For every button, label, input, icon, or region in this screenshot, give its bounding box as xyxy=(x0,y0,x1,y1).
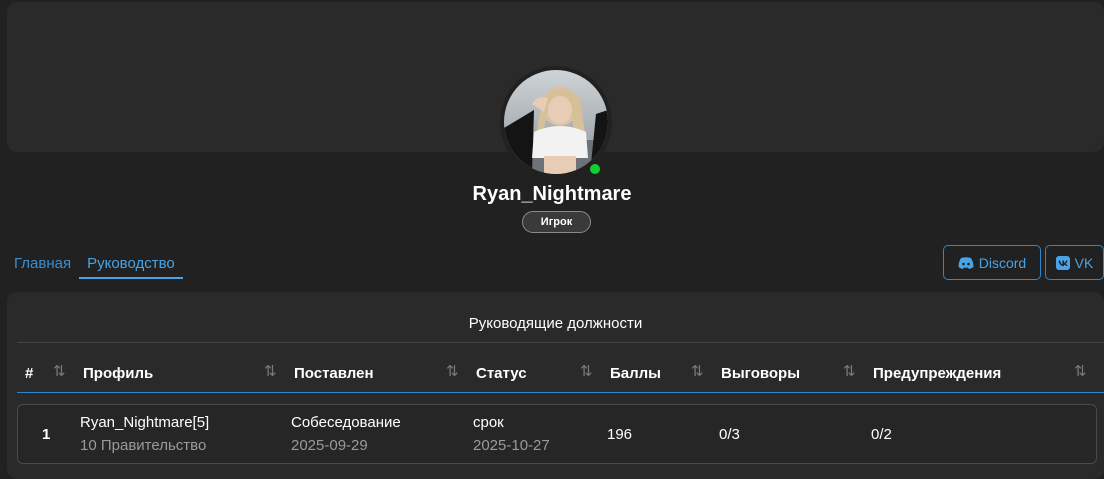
column-header-index: # xyxy=(25,365,34,382)
profile-page: Ryan_Nightmare Игрок Главная Руководство… xyxy=(0,0,1104,479)
column-header-status[interactable]: Статус xyxy=(476,365,527,382)
column-header-points[interactable]: Баллы xyxy=(610,365,661,382)
role-badge: Игрок xyxy=(522,211,591,233)
vk-icon xyxy=(1055,255,1070,270)
row-status-date: 2025-10-27 xyxy=(473,437,550,454)
tab-main[interactable]: Главная xyxy=(14,255,71,279)
sort-icon[interactable]: ⇅ xyxy=(446,362,458,380)
sort-icon[interactable]: ⇅ xyxy=(843,362,855,380)
tab-management[interactable]: Руководство xyxy=(79,255,183,279)
row-profile-org: 10 Правительство xyxy=(80,437,207,454)
row-reprimands: 0/3 xyxy=(719,426,740,443)
column-header-profile[interactable]: Профиль xyxy=(83,365,153,382)
discord-icon xyxy=(958,256,974,269)
column-header-placed[interactable]: Поставлен xyxy=(294,365,374,382)
sort-icon[interactable]: ⇅ xyxy=(1074,362,1086,380)
column-header-reprimands[interactable]: Выговоры xyxy=(721,365,800,382)
table-header: # ⇅ Профиль ⇅ Поставлен ⇅ Статус ⇅ Баллы… xyxy=(7,362,1104,386)
row-index: 1 xyxy=(42,426,51,443)
vk-label: VK xyxy=(1074,254,1094,271)
discord-button[interactable]: Discord xyxy=(943,245,1041,280)
avatar-image xyxy=(504,70,608,174)
row-profile-name[interactable]: Ryan_Nightmare[5] xyxy=(80,414,209,431)
management-panel: Руководящие должности # ⇅ Профиль ⇅ Пост… xyxy=(7,292,1104,479)
online-status-dot xyxy=(588,162,602,176)
column-header-warnings[interactable]: Предупреждения xyxy=(873,365,1001,382)
profile-tabs: Главная Руководство xyxy=(14,255,191,279)
sort-icon[interactable]: ⇅ xyxy=(691,362,703,380)
vk-button[interactable]: VK xyxy=(1045,245,1104,280)
row-status: срок xyxy=(473,414,504,431)
sort-icon[interactable]: ⇅ xyxy=(264,362,276,380)
table-header-underline xyxy=(17,392,1104,393)
profile-username: Ryan_Nightmare xyxy=(472,183,632,205)
sort-icon[interactable]: ⇅ xyxy=(580,362,592,380)
discord-label: Discord xyxy=(978,254,1027,271)
panel-title: Руководящие должности xyxy=(468,315,643,332)
row-warnings: 0/2 xyxy=(871,426,892,443)
panel-divider xyxy=(17,342,1104,343)
row-points: 196 xyxy=(607,426,633,443)
avatar-container xyxy=(500,66,612,178)
sort-icon[interactable]: ⇅ xyxy=(53,362,65,380)
row-placed: Собеседование xyxy=(291,414,401,431)
table-row[interactable]: 1 Ryan_Nightmare[5] 10 Правительство Соб… xyxy=(17,404,1097,464)
row-placed-date: 2025-09-29 xyxy=(291,437,368,454)
